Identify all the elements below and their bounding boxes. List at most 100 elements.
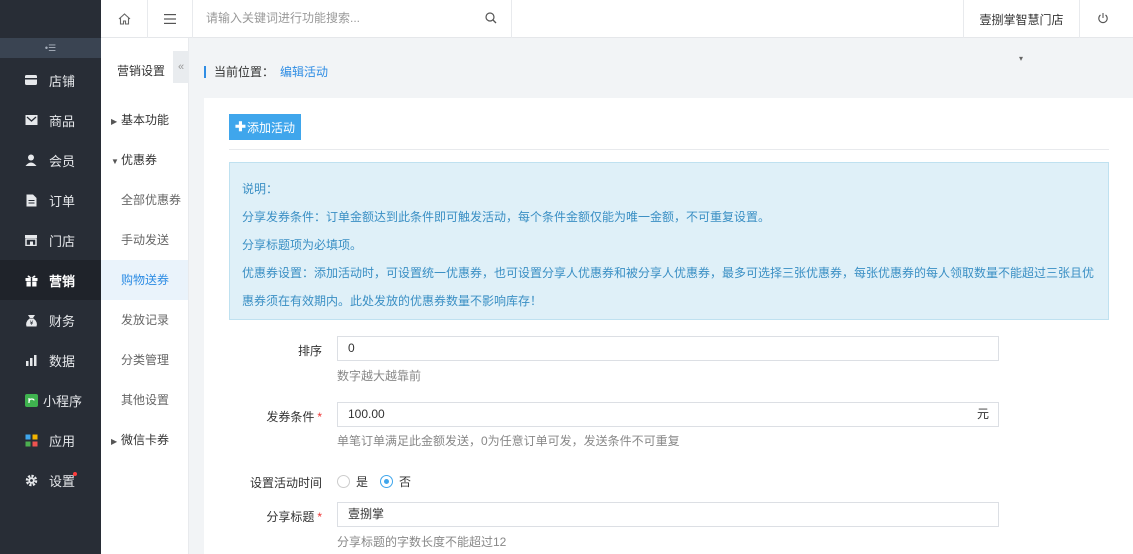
search-icon[interactable]	[485, 12, 497, 27]
sidebar-item-label: 营销	[49, 273, 76, 289]
subnav-item-manual-send[interactable]: 手动发送	[101, 220, 188, 260]
share-title-input[interactable]: 壹捌掌	[337, 502, 999, 527]
subnav-title: 营销设置	[117, 64, 166, 78]
subnav-group-basic[interactable]: ▶ 基本功能	[101, 100, 188, 140]
secondary-nav: 营销设置 « ▶ 基本功能 ▼ 优惠券 全部优惠券 手动发送 购物送券 发放记录 分…	[101, 38, 189, 554]
main-panel: ✚ 添加活动 说明： 分享发券条件：订单金额达到此条件即可触发活动，每个条件金额仅…	[204, 98, 1133, 554]
subnav-group-label: 微信卡券	[121, 433, 170, 447]
note-line: 分享标题项为必填项。	[242, 238, 363, 252]
sidebar-item-label: 设置	[49, 473, 76, 489]
sidebar-item-apps[interactable]: 应用	[0, 420, 101, 460]
miniapp-icon	[24, 393, 38, 407]
power-icon[interactable]	[1097, 12, 1109, 27]
radio-label: 是	[356, 475, 369, 489]
info-note: 说明： 分享发券条件：订单金额达到此条件即可触发活动，每个条件金额仅能为唯一金额…	[229, 162, 1109, 320]
sidebar-item-member[interactable]: 会员	[0, 140, 101, 180]
goods-icon	[24, 113, 38, 127]
finance-icon: ¥	[24, 313, 38, 327]
gift-icon	[24, 273, 38, 287]
sidebar-toggle[interactable]: •☰	[0, 38, 101, 58]
sidebar-item-label: 订单	[49, 193, 76, 209]
logo-area	[0, 0, 101, 38]
subnav-item-issue-records[interactable]: 发放记录	[101, 300, 188, 340]
home-button[interactable]	[101, 0, 148, 38]
apps-icon	[24, 433, 38, 447]
condition-input[interactable]: 100.00	[337, 402, 969, 427]
order-icon	[24, 193, 38, 207]
search-box	[193, 0, 512, 38]
gear-icon	[24, 473, 38, 487]
shop-icon	[24, 233, 38, 247]
radio-yes[interactable]: 是	[337, 473, 368, 490]
condition-label: 发券条件 *	[266, 408, 322, 425]
subnav-item-category[interactable]: 分类管理	[101, 340, 188, 380]
store-icon	[24, 73, 38, 87]
add-activity-button[interactable]: ✚ 添加活动	[229, 114, 301, 140]
top-bar: 壹捌掌智慧门店	[101, 0, 1133, 38]
currency-suffix: 元	[968, 402, 999, 427]
sidebar-item-label: 会员	[49, 153, 76, 169]
sidebar-item-label: 应用	[49, 433, 76, 449]
sidebar-item-label: 数据	[49, 353, 76, 369]
sidebar-item-data[interactable]: 数据	[0, 340, 101, 380]
breadcrumb-label: 当前位置：	[214, 65, 275, 79]
note-line: 惠券须在有效期内。此处发放的优惠券数量不影响库存！	[242, 294, 543, 308]
caret-down-icon: ▼	[111, 157, 119, 166]
sidebar-item-shop[interactable]: 门店	[0, 220, 101, 260]
radio-label: 否	[399, 475, 412, 489]
subnav-item-all-coupons[interactable]: 全部优惠券	[101, 180, 188, 220]
divider	[229, 149, 1109, 150]
sidebar-item-goods[interactable]: 商品	[0, 100, 101, 140]
sidebar-item-miniapp[interactable]: 小程序	[0, 380, 101, 420]
collapse-subnav-button[interactable]: «	[173, 51, 189, 83]
breadcrumb: 当前位置： 编辑活动	[204, 63, 328, 80]
sidebar-item-label: 门店	[49, 233, 76, 249]
main-sidebar: •☰ 店铺 商品 会员 订单 门店 营销 ¥ 财务 数据 小程序 应用 设置	[0, 0, 101, 554]
sidebar-item-finance[interactable]: ¥ 财务	[0, 300, 101, 340]
notification-dot	[73, 472, 77, 476]
note-line: 说明：	[242, 182, 279, 196]
store-name[interactable]: 壹捌掌智慧门店	[963, 0, 1080, 38]
sidebar-item-marketing[interactable]: 营销	[0, 260, 101, 300]
share-title-label: 分享标题 *	[266, 508, 322, 525]
sort-input[interactable]: 0	[337, 336, 999, 361]
caret-right-icon: ▶	[111, 437, 118, 446]
sidebar-item-label: 小程序	[43, 393, 83, 409]
radio-circle	[337, 475, 350, 488]
activity-time-label: 设置活动时间	[249, 476, 322, 490]
condition-label-text: 发券条件	[266, 410, 315, 424]
condition-help: 单笔订单满足此金额发送，0为任意订单可发，发送条件不可重复	[337, 434, 680, 448]
required-mark: *	[317, 510, 322, 524]
subnav-item-purchase-coupon[interactable]: 购物送券	[101, 260, 188, 300]
sidebar-item-settings[interactable]: 设置	[0, 460, 101, 500]
subnav-group-label: 基本功能	[121, 113, 170, 127]
sidebar-item-label: 店铺	[49, 73, 76, 89]
radio-group: 是 否	[337, 473, 423, 490]
share-title-label-text: 分享标题	[266, 510, 315, 524]
sort-help: 数字越大越靠前	[337, 369, 422, 383]
note-line: 分享发券条件：订单金额达到此条件即可触发活动，每个条件金额仅能为唯一金额，不可重…	[242, 210, 771, 224]
plus-icon: ✚	[235, 119, 246, 134]
member-icon	[24, 153, 38, 167]
subnav-group-label: 优惠券	[121, 153, 158, 167]
required-mark: *	[317, 410, 322, 424]
note-line: 优惠券设置：添加活动时，可设置统一优惠券，也可设置分享人优惠券和被分享人优惠券，…	[242, 266, 1095, 280]
home-icon	[118, 13, 130, 25]
subnav-group-coupon[interactable]: ▼ 优惠券	[101, 140, 188, 180]
sidebar-item-label: 财务	[49, 313, 76, 329]
sidebar-item-order[interactable]: 订单	[0, 180, 101, 220]
chart-icon	[24, 353, 38, 367]
sidebar-item-store[interactable]: 店铺	[0, 60, 101, 100]
subnav-item-other-settings[interactable]: 其他设置	[101, 380, 188, 420]
sort-label: 排序	[297, 344, 322, 358]
breadcrumb-current[interactable]: 编辑活动	[280, 63, 328, 80]
search-input[interactable]	[206, 0, 476, 36]
radio-no[interactable]: 否	[380, 473, 411, 490]
subnav-group-wechat-card[interactable]: ▶ 微信卡券	[101, 420, 188, 460]
chevron-down-icon[interactable]: ▾	[1019, 54, 1023, 63]
menu-icon	[164, 14, 176, 24]
menu-button[interactable]	[148, 0, 193, 38]
add-activity-label: 添加活动	[246, 120, 295, 135]
share-title-help: 分享标题的字数长度不能超过12	[337, 535, 507, 549]
caret-right-icon: ▶	[111, 117, 118, 126]
